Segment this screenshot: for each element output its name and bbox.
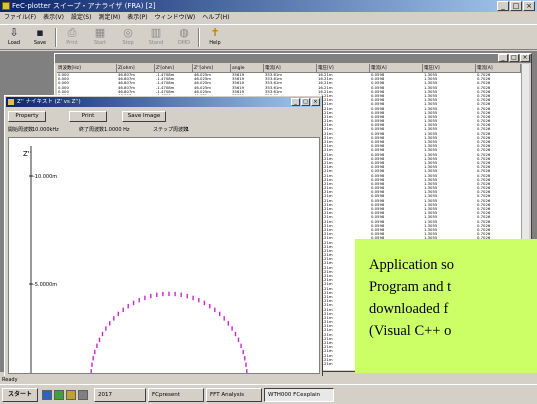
menu-view[interactable]: 表示(V) — [43, 12, 64, 23]
plot-maximize-button[interactable]: □ — [301, 98, 310, 106]
menu-bar: ファイル(F) 表示(V) 設定(S) 測定(M) 表示(P) ウィンドウ(W)… — [0, 12, 537, 23]
column-header[interactable]: 電流[A] — [264, 64, 317, 73]
caption-line: (Visual C++ o — [369, 323, 452, 339]
plot-window: Z'' ナイキスト (Z' vs Z'') _ □ × Property Pri… — [4, 95, 323, 377]
task-button[interactable]: FFT Analysis — [206, 388, 262, 402]
start-icon: ▦ — [94, 26, 106, 39]
menu-help[interactable]: ヘルプ(H) — [202, 12, 229, 23]
menu-settings[interactable]: 設定(S) — [71, 12, 92, 23]
window-title: FeC-plotter スイープ・アナライザ (FRA) [2] — [12, 2, 156, 10]
start-button[interactable]: ▦ Start — [88, 26, 112, 49]
plot-window-title: Z'' ナイキスト (Z' vs Z'') — [17, 99, 81, 105]
start-frequency-label: 開始周波数 — [8, 127, 34, 133]
toolbar-separator — [198, 28, 200, 47]
plot-svg: Z'' -10.000m -5.0000m — [23, 146, 248, 373]
dmd-button[interactable]: ◍ DMD — [172, 26, 196, 49]
table-minimize-button[interactable]: _ — [498, 54, 508, 62]
maximize-button[interactable]: □ — [510, 1, 522, 11]
minimize-button[interactable]: _ — [497, 1, 509, 11]
y-tick-label: -10.000m — [33, 174, 57, 180]
grid-header: 周波数[Hz] Z[ohm] Z'[ohm] Z''[ohm] angle 電流… — [57, 64, 529, 73]
stand-button[interactable]: ▥ Stand — [144, 26, 168, 49]
load-button[interactable]: ⇩ Load — [2, 26, 26, 49]
data-points — [90, 291, 248, 373]
help-button[interactable]: ✝ Help — [203, 26, 227, 49]
status-bar: Ready — [0, 376, 537, 384]
ie-icon[interactable] — [42, 390, 52, 400]
print-button[interactable]: ⎙ Print — [60, 26, 84, 49]
menu-window[interactable]: ウィンドウ(W) — [155, 12, 196, 23]
save-icon: ▪ — [36, 26, 44, 39]
column-header[interactable]: 電圧[V] — [423, 64, 476, 73]
close-button[interactable]: × — [523, 1, 535, 11]
plot-close-button[interactable]: × — [311, 98, 320, 106]
save-button[interactable]: ▪ Save — [28, 26, 52, 49]
column-header[interactable]: Z[ohm] — [117, 64, 155, 73]
load-icon: ⇩ — [9, 26, 19, 39]
caption-box: Application so Program and t downloaded … — [355, 239, 537, 373]
task-button[interactable]: 2017 — [94, 388, 146, 402]
table-close-button[interactable]: × — [520, 54, 530, 62]
task-button[interactable]: FCpresent — [148, 388, 204, 402]
menu-display[interactable]: 表示(P) — [127, 12, 147, 23]
start-frequency-value: 10.000kHz — [32, 127, 59, 133]
column-header[interactable]: Z''[ohm] — [193, 64, 231, 73]
stop-button[interactable]: ◎ Stop — [116, 26, 140, 49]
caption-line: downloaded f — [369, 301, 449, 317]
column-header[interactable]: angle — [231, 64, 264, 73]
task-button[interactable]: WTH000 FCexplain — [264, 388, 334, 402]
toolbar-separator — [55, 28, 57, 47]
table-title-bar: _ □ × — [55, 54, 531, 63]
folder-icon[interactable] — [66, 390, 76, 400]
print-icon: ⎙ — [67, 26, 77, 39]
menu-measure[interactable]: 測定(M) — [98, 12, 120, 23]
plot-print-button[interactable]: Print — [69, 111, 107, 122]
y-tick-label: -5.0000m — [33, 282, 57, 288]
plot-window-icon — [8, 99, 14, 105]
help-icon: ✝ — [210, 26, 220, 39]
save-image-button[interactable]: Save Image — [122, 111, 166, 122]
desktop-icon[interactable] — [78, 390, 88, 400]
stand-icon: ▥ — [150, 26, 162, 39]
step-label: ステップ周波数 — [153, 127, 189, 133]
nyquist-plot[interactable]: Z'' -10.000m -5.0000m — [8, 137, 320, 374]
start-menu-button[interactable]: スタート — [2, 388, 38, 402]
menu-file[interactable]: ファイル(F) — [4, 12, 36, 23]
plot-title-bar: Z'' ナイキスト (Z' vs Z'') _ □ × — [6, 97, 321, 107]
property-button[interactable]: Property — [8, 111, 46, 122]
explorer-icon[interactable] — [54, 390, 64, 400]
plot-minimize-button[interactable]: _ — [291, 98, 300, 106]
dmd-icon: ◍ — [179, 26, 189, 39]
column-header[interactable]: 電流[A] — [476, 64, 521, 73]
caption-line: Program and t — [369, 279, 452, 295]
step-value: 1 — [186, 127, 190, 133]
column-header[interactable]: Z'[ohm] — [155, 64, 193, 73]
column-header[interactable]: 電流[A] — [370, 64, 423, 73]
end-frequency-value: 1.0000 Hz — [104, 127, 130, 133]
taskbar: スタート 2017 FCpresent FFT Analysis WTH000 … — [0, 384, 537, 404]
toolbar: ⇩ Load ▪ Save ⎙ Print ▦ Start ◎ Stop ▥ S… — [0, 24, 537, 50]
title-bar: FeC-plotter スイープ・アナライザ (FRA) [2] _ □ × — [0, 0, 537, 12]
end-frequency-label: 終了周波数 — [79, 127, 105, 133]
column-header[interactable]: 電圧[V] — [317, 64, 370, 73]
column-header[interactable]: 周波数[Hz] — [57, 64, 117, 73]
app-icon — [2, 2, 10, 10]
table-maximize-button[interactable]: □ — [509, 54, 519, 62]
caption-line: Application so — [369, 257, 454, 273]
stop-icon: ◎ — [123, 26, 133, 39]
y-axis-label: Z'' — [23, 150, 32, 158]
